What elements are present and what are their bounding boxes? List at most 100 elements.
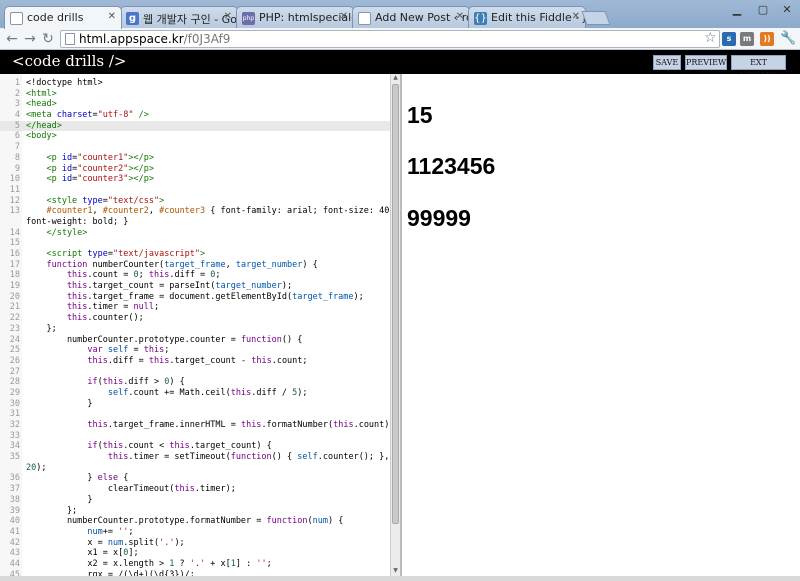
bookmark-star-icon[interactable]: ☆: [704, 30, 717, 46]
code-line[interactable]: 8 <p id="counter1"></p>: [0, 153, 390, 164]
code-line[interactable]: 37 clearTimeout(this.timer);: [0, 484, 390, 495]
close-icon[interactable]: ✕: [340, 11, 348, 22]
code-line[interactable]: 2 <html>: [0, 89, 390, 100]
tab-code-drills[interactable]: code drills ✕: [4, 6, 122, 29]
code-line[interactable]: 10 <p id="counter3"></p>: [0, 174, 390, 185]
close-icon[interactable]: ✕: [224, 11, 232, 22]
close-icon[interactable]: ✕: [572, 11, 580, 22]
code-line[interactable]: 43 x1 = x[0];: [0, 548, 390, 559]
code-line[interactable]: 30 }: [0, 399, 390, 410]
code-line[interactable]: 42 x = num.split('.');: [0, 538, 390, 549]
code-line[interactable]: 23 };: [0, 324, 390, 335]
line-number: 5: [14, 120, 20, 131]
code-line[interactable]: 5 </head>: [0, 120, 390, 132]
code-line[interactable]: 16 <script type="text/javascript">: [0, 249, 390, 260]
code-text: <style type="text/css">: [26, 195, 165, 206]
code-text: if(this.count < this.target_count) {: [26, 441, 272, 452]
code-line[interactable]: 1 <!doctype html>: [0, 78, 390, 89]
line-number: 9: [14, 163, 20, 174]
code-editor[interactable]: 1 <!doctype html> 2 <html> 3 <head> 4 <meta cha…: [0, 74, 390, 581]
code-line[interactable]: 38 }: [0, 495, 390, 506]
code-text: <html>: [26, 88, 57, 99]
scroll-thumb[interactable]: [392, 84, 399, 524]
code-line[interactable]: 44 x2 = x.length > 1 ? '.' + x[1] : '';: [0, 559, 390, 570]
tab-google[interactable]: g 웹 개발자 구인 - Google ✕: [120, 6, 238, 28]
line-number: 25: [9, 345, 20, 356]
code-line[interactable]: 39 };: [0, 506, 390, 517]
new-tab-button[interactable]: [581, 11, 611, 25]
tab-jsfiddle[interactable]: {} Edit this Fiddle - jsFiddle ✕: [468, 6, 586, 28]
code-line[interactable]: 35 this.timer = setTimeout(function() { …: [0, 452, 390, 463]
line-number: 36: [9, 473, 20, 484]
ext-library-button[interactable]: EXT LIBRARY: [731, 55, 786, 80]
forward-icon[interactable]: →: [21, 30, 39, 48]
code-line[interactable]: 24 numberCounter.prototype.counter = fun…: [0, 335, 390, 346]
code-line[interactable]: 9 <p id="counter2"></p>: [0, 164, 390, 175]
code-line[interactable]: 34 if(this.count < this.target_count) {: [0, 441, 390, 452]
code-line[interactable]: 18 this.count = 0; this.diff = 0;: [0, 270, 390, 281]
line-number: 20: [9, 291, 20, 302]
code-line[interactable]: 17 function numberCounter(target_frame, …: [0, 260, 390, 271]
code-line[interactable]: 33: [0, 431, 390, 442]
code-line[interactable]: 4 <meta charset="utf-8" />: [0, 110, 390, 121]
preview-button[interactable]: PREVIEW: [685, 55, 727, 70]
line-number: 42: [9, 537, 20, 548]
code-line[interactable]: 15: [0, 238, 390, 249]
code-line[interactable]: 11: [0, 185, 390, 196]
code-line[interactable]: 7: [0, 142, 390, 153]
reload-icon[interactable]: ↻: [39, 30, 57, 48]
page-icon: [65, 33, 75, 45]
code-line[interactable]: 40 numberCounter.prototype.formatNumber …: [0, 516, 390, 527]
horizontal-scrollbar[interactable]: [0, 576, 800, 581]
close-icon[interactable]: ✕: [108, 11, 116, 22]
tab-add-new-post[interactable]: Add New Post ‹ rootbox · ✕: [352, 6, 470, 28]
code-line[interactable]: 26 this.diff = this.target_count - this.…: [0, 356, 390, 367]
code-line[interactable]: 13 #counter1, #counter2, #counter3 { fon…: [0, 206, 390, 217]
code-line[interactable]: 36 } else {: [0, 473, 390, 484]
code-line[interactable]: 25 var self = this;: [0, 345, 390, 356]
close-window-icon[interactable]: ✕: [774, 0, 800, 20]
code-line[interactable]: 20 this.target_frame = document.getEleme…: [0, 292, 390, 303]
code-line[interactable]: 22 this.counter();: [0, 313, 390, 324]
close-icon[interactable]: ✕: [456, 11, 464, 22]
code-text: var self = this;: [26, 345, 170, 356]
code-line[interactable]: 29 self.count += Math.ceil(this.diff / 5…: [0, 388, 390, 399]
code-text: 20);: [26, 462, 47, 473]
back-icon[interactable]: ←: [3, 30, 21, 48]
code-text: } else {: [26, 473, 129, 484]
code-line[interactable]: 19 this.target_count = parseInt(target_n…: [0, 281, 390, 292]
code-text: <!doctype html>: [26, 78, 103, 88]
code-content[interactable]: 1 <!doctype html> 2 <html> 3 <head> 4 <meta cha…: [0, 78, 390, 580]
code-line[interactable]: 21 this.timer = null;: [0, 302, 390, 313]
line-number: 15: [9, 238, 20, 249]
extension-icon[interactable]: s: [722, 32, 736, 46]
code-line[interactable]: font-weight: bold; }: [0, 217, 390, 228]
code-line[interactable]: 27: [0, 367, 390, 378]
code-line[interactable]: 28 if(this.diff > 0) {: [0, 377, 390, 388]
extension-icon[interactable]: m: [740, 32, 754, 46]
line-number: 21: [9, 302, 20, 313]
code-line[interactable]: 6 <body>: [0, 131, 390, 142]
line-number: 41: [9, 526, 20, 537]
maximize-icon[interactable]: ▢: [750, 0, 776, 20]
save-button[interactable]: SAVE: [653, 55, 681, 70]
line-number: 18: [9, 270, 20, 281]
line-number: 6: [14, 131, 20, 142]
code-text: x2 = x.length > 1 ? '.' + x[1] : '';: [26, 558, 272, 569]
line-number: 44: [9, 558, 20, 569]
code-line[interactable]: 20);: [0, 463, 390, 474]
address-bar[interactable]: html.appspace.kr/f0J3Af9: [60, 30, 720, 48]
tab-php[interactable]: php PHP: htmlspecialchars_de ✕: [236, 6, 354, 28]
editor-scrollbar[interactable]: ▲ ▼: [390, 74, 400, 576]
minimize-icon[interactable]: ▁: [724, 0, 750, 20]
code-line[interactable]: 3 <head>: [0, 99, 390, 110]
wrench-icon[interactable]: 🔧: [780, 31, 796, 46]
scroll-up-icon[interactable]: ▲: [391, 74, 400, 83]
rss-icon[interactable]: )): [760, 32, 774, 46]
code-line[interactable]: 32 this.target_frame.innerHTML = this.fo…: [0, 420, 390, 431]
code-line[interactable]: 41 num+= '';: [0, 527, 390, 538]
code-line[interactable]: 12 <style type="text/css">: [0, 196, 390, 207]
code-line[interactable]: 14 </style>: [0, 228, 390, 239]
code-line[interactable]: 31: [0, 409, 390, 420]
scroll-down-icon[interactable]: ▼: [391, 567, 400, 576]
